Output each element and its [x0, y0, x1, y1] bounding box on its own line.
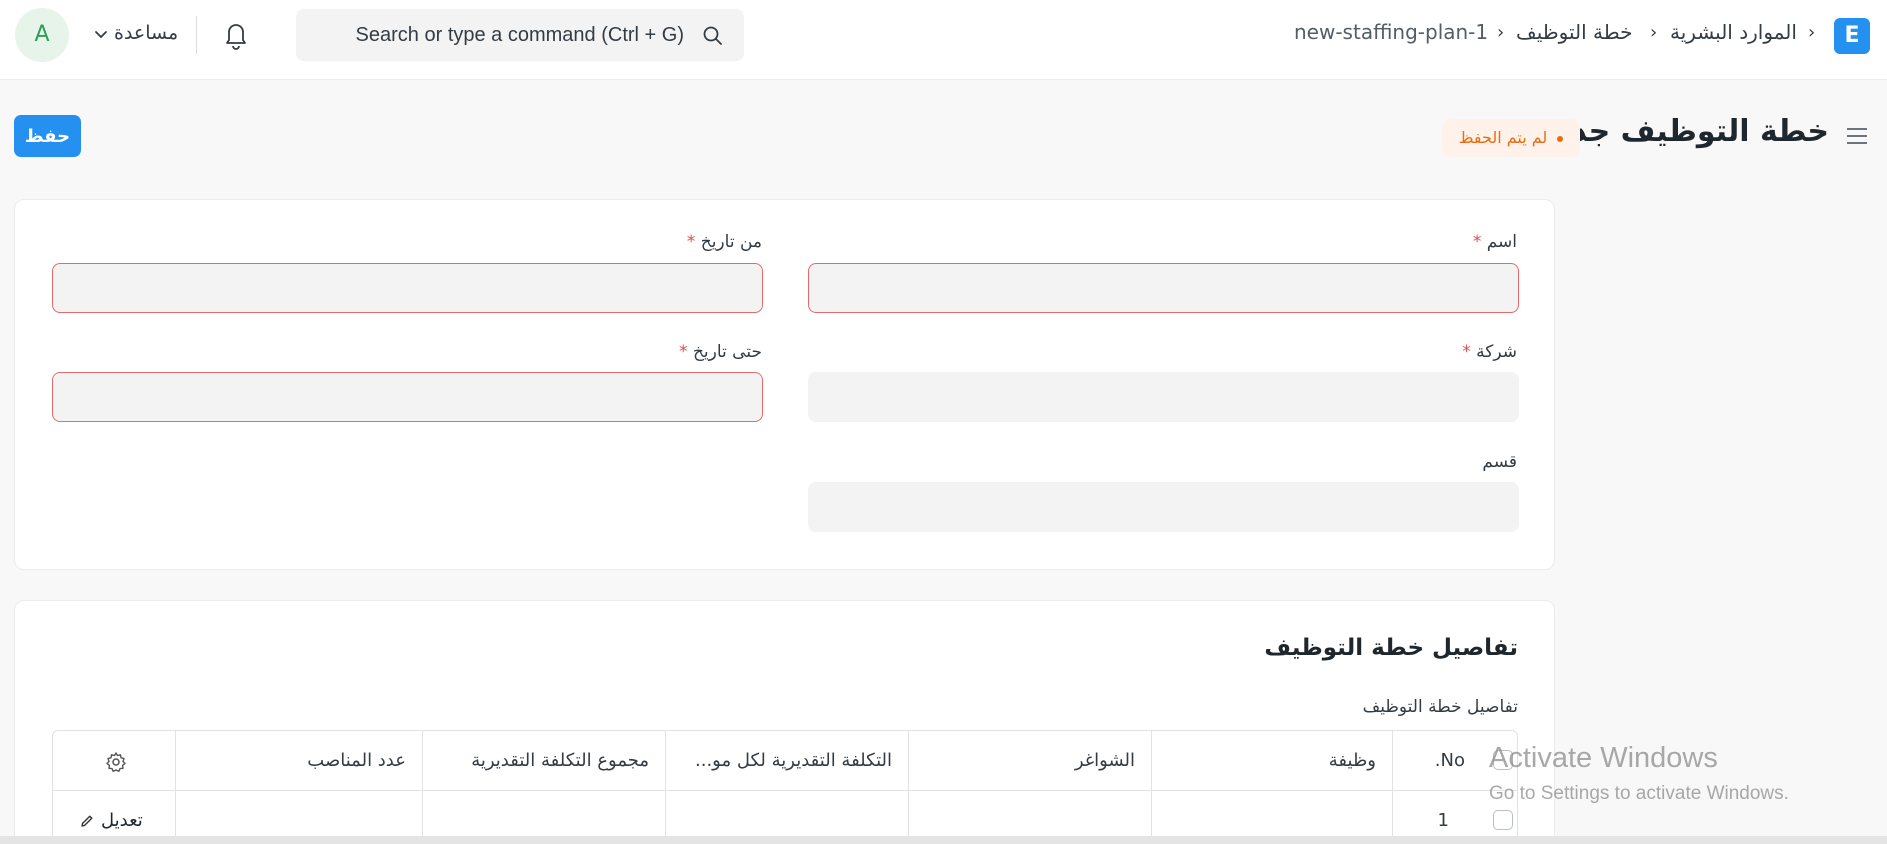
from-date-label: من تاريخ * [686, 232, 762, 252]
company-field-label: شركة * [1462, 342, 1517, 362]
main-form-card: اسم * من تاريخ * شركة * حتى تاريخ * قسم [14, 199, 1555, 570]
name-field-label: اسم * [1472, 232, 1517, 252]
status-dot [1557, 135, 1564, 142]
column-header-estimated-cost[interactable]: التكلفة التقديرية لكل مو... [665, 731, 908, 791]
bell-icon[interactable] [222, 20, 250, 50]
breadcrumb-separator-icon: › [1497, 22, 1505, 43]
horizontal-scrollbar[interactable] [0, 836, 1887, 844]
department-field-label: قسم [1482, 452, 1517, 472]
gear-icon[interactable] [105, 751, 127, 773]
page-title: خطة التوظيف جديد [1542, 114, 1829, 149]
activate-windows-subtitle: Go to Settings to activate Windows. [1489, 783, 1789, 804]
to-date-label: حتى تاريخ * [679, 342, 762, 362]
column-header-settings [53, 731, 175, 791]
table-label: تفاصيل خطة التوظيف [1362, 697, 1518, 717]
from-date-input[interactable] [52, 263, 763, 313]
name-input[interactable] [808, 263, 1519, 313]
column-header-no: No. [1434, 750, 1465, 771]
column-header-total-estimated-cost[interactable]: مجموع التكلفة التقديرية [422, 731, 665, 791]
section-title: تفاصيل خطة التوظيف [1264, 635, 1518, 661]
department-input[interactable] [808, 482, 1519, 532]
table-header-row: No. وظيفة الشواغر التكلفة التقديرية لكل … [53, 731, 1517, 791]
save-button[interactable]: حفظ [14, 115, 81, 157]
status-badge: لم يتم الحفظ [1442, 119, 1580, 157]
breadcrumb-separator-icon: › [1808, 22, 1816, 43]
search-icon[interactable] [702, 25, 724, 47]
to-date-input[interactable] [52, 372, 763, 422]
breadcrumb-hr[interactable]: الموارد البشرية [1670, 20, 1797, 44]
app-logo[interactable]: E [1834, 18, 1870, 54]
navbar: E › الموارد البشرية › خطة التوظيف › new-… [0, 0, 1887, 80]
staffing-details-card: تفاصيل خطة التوظيف تفاصيل خطة التوظيف No… [14, 600, 1555, 844]
column-header-number-of-positions[interactable]: عدد المناصب [175, 731, 422, 791]
breadcrumb-current: new-staffing-plan-1 [1294, 20, 1489, 44]
avatar[interactable]: A [15, 8, 69, 62]
search-bar [296, 9, 744, 61]
breadcrumb-staffing-plan[interactable]: خطة التوظيف [1516, 20, 1633, 44]
staffing-details-table: No. وظيفة الشواغر التكلفة التقديرية لكل … [52, 730, 1518, 844]
navbar-divider [196, 16, 197, 54]
company-input[interactable] [808, 372, 1519, 422]
hamburger-menu-icon[interactable] [1845, 126, 1869, 146]
column-header-vacancies[interactable]: الشواغر [908, 731, 1151, 791]
chevron-down-icon[interactable] [94, 30, 108, 40]
column-header-designation[interactable]: وظيفة [1151, 731, 1393, 791]
breadcrumb-separator-icon: › [1650, 22, 1658, 43]
search-input[interactable] [296, 9, 744, 61]
status-text: لم يتم الحفظ [1458, 128, 1548, 147]
pencil-icon [81, 815, 93, 827]
row-checkbox[interactable] [1493, 810, 1513, 830]
help-dropdown-label[interactable]: مساعدة [114, 22, 178, 44]
activate-windows-title: Activate Windows [1489, 742, 1718, 774]
